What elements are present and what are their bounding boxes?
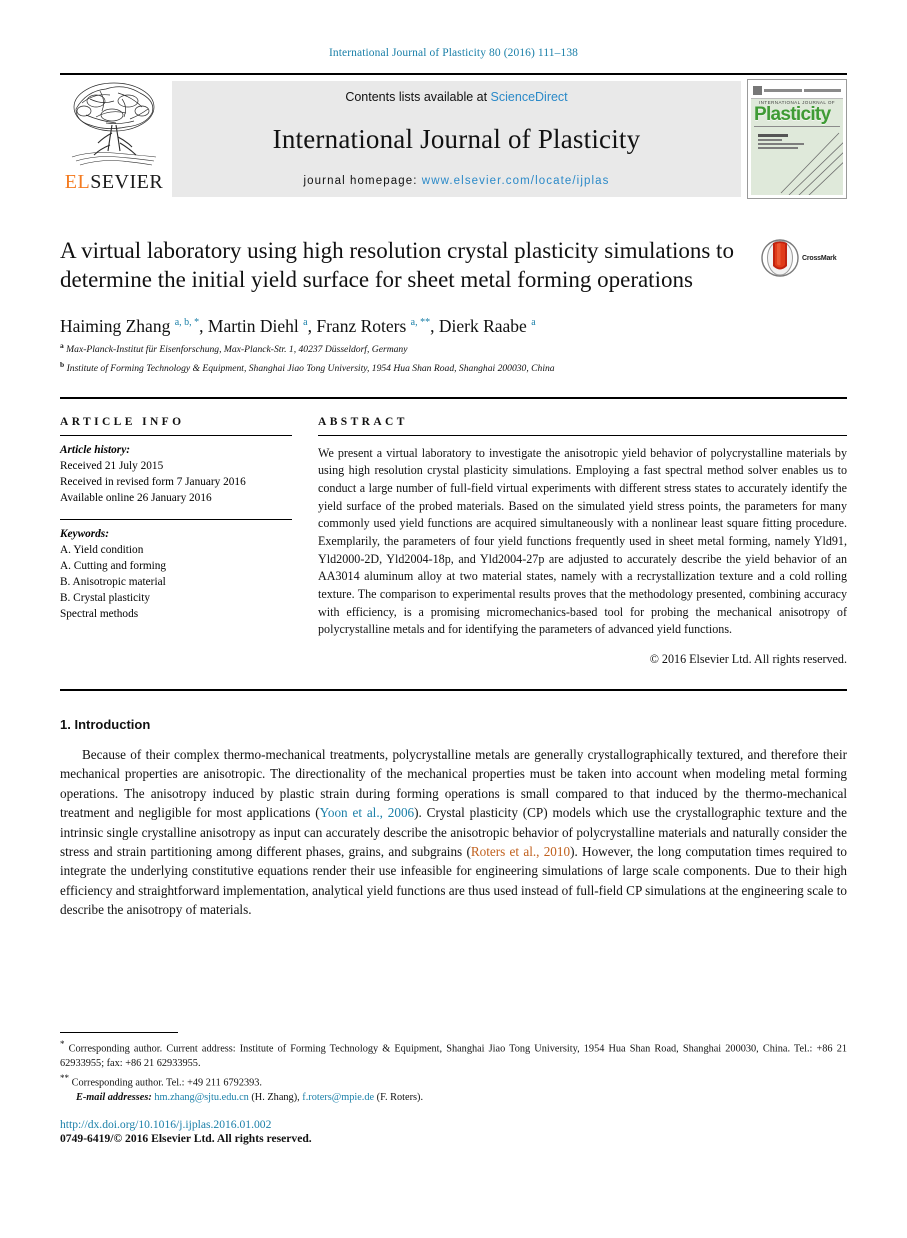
email-name-zhang: (H. Zhang), [248, 1091, 303, 1103]
cover-header-bar [751, 83, 843, 99]
title-block: A virtual laboratory using high resoluti… [60, 236, 847, 295]
crossmark-icon [761, 239, 799, 277]
history-item: Received 21 July 2015 [60, 459, 164, 472]
keyword-item: Spectral methods [60, 608, 139, 621]
journal-cover-thumbnail[interactable]: INTERNATIONAL JOURNAL OF Plasticity [747, 79, 847, 199]
author-list: Haiming Zhang a, b, *, Martin Diehl a, F… [60, 315, 536, 336]
email-name-roters: (F. Roters). [374, 1091, 424, 1103]
email-link-roters[interactable]: f.roters@mpie.de [302, 1092, 374, 1103]
footnote-emails: E-mail addresses: hm.zhang@sjtu.edu.cn (… [60, 1091, 847, 1106]
keywords-label: Keywords: [60, 527, 109, 540]
footnote-marker-1: * [60, 1039, 65, 1049]
citation-roters-2010[interactable]: Roters et al., 2010 [471, 844, 570, 859]
footnote-corresponding-1: * Corresponding author. Current address:… [60, 1038, 847, 1072]
footnote-block: * Corresponding author. Current address:… [60, 1032, 847, 1105]
elsevier-wordmark: ELSEVIER [64, 171, 164, 193]
abstract-heading: ABSTRACT [318, 415, 408, 428]
info-abstract-section: ARTICLE INFO Article history: Received 2… [60, 396, 847, 667]
contents-prefix: Contents lists available at [345, 90, 491, 104]
affiliation-a-text: Max-Planck-Institut für Eisenforschung, … [66, 343, 408, 355]
email-addresses-label: E-mail addresses: [76, 1091, 152, 1103]
journal-homepage-line: journal homepage: www.elsevier.com/locat… [304, 175, 610, 187]
contents-list-line: Contents lists available at ScienceDirec… [345, 90, 567, 104]
page-footer: http://dx.doi.org/10.1016/j.ijplas.2016.… [60, 1118, 312, 1145]
body-divider [60, 689, 847, 692]
elsevier-logo: ELSEVIER [60, 75, 168, 203]
footnote-marker-2: ** [60, 1072, 69, 1083]
article-history-label: Article history: [60, 443, 130, 456]
keyword-item: A. Yield condition [60, 543, 144, 556]
section-heading-introduction: 1. Introduction [60, 717, 151, 733]
history-item: Received in revised form 7 January 2016 [60, 475, 246, 488]
affiliation-b-marker: b [60, 359, 65, 369]
journal-masthead: ELSEVIER Contents lists available at Sci… [60, 73, 847, 203]
cover-diagonal-graphic [780, 132, 843, 195]
issn-copyright-line: 0749-6419/© 2016 Elsevier Ltd. All right… [60, 1132, 312, 1145]
abstract-copyright: © 2016 Elsevier Ltd. All rights reserved… [649, 652, 847, 667]
affiliation-a-marker: a [60, 340, 64, 350]
abstract-text: We present a virtual laboratory to inves… [318, 445, 847, 637]
running-head: International Journal of Plasticity 80 (… [328, 47, 579, 59]
journal-homepage-link[interactable]: www.elsevier.com/locate/ijplas [422, 175, 610, 187]
article-history-group: Article history: Received 21 July 2015 R… [60, 436, 292, 506]
journal-title: International Journal of Plasticity [272, 124, 641, 154]
email-link-zhang[interactable]: hm.zhang@sjtu.edu.cn [154, 1092, 248, 1103]
keyword-item: B. Crystal plasticity [60, 592, 151, 605]
introduction-paragraph-1: Because of their complex thermo-mechanic… [60, 745, 847, 920]
doi-link-wrapper: http://dx.doi.org/10.1016/j.ijplas.2016.… [60, 1118, 312, 1131]
footnote-text-1: Corresponding author. Current address: I… [60, 1043, 847, 1070]
doi-link[interactable]: http://dx.doi.org/10.1016/j.ijplas.2016.… [60, 1118, 271, 1131]
keywords-group: Keywords: A. Yield condition A. Cutting … [60, 520, 292, 622]
affiliation-b-text: Institute of Forming Technology & Equipm… [66, 362, 555, 374]
masthead-center-panel: Contents lists available at ScienceDirec… [172, 81, 741, 197]
homepage-prefix: journal homepage: [303, 175, 422, 187]
article-info-heading: ARTICLE INFO [60, 415, 185, 428]
history-item: Available online 26 January 2016 [60, 491, 212, 504]
keyword-item: A. Cutting and forming [60, 560, 167, 572]
article-info-column: ARTICLE INFO Article history: Received 2… [60, 416, 292, 667]
cover-journal-name: Plasticity [754, 104, 831, 125]
keyword-item: B. Anisotropic material [60, 576, 166, 589]
page-title: A virtual laboratory using high resoluti… [60, 238, 734, 293]
footnote-corresponding-2: ** Corresponding author. Tel.: +49 211 6… [60, 1072, 847, 1091]
sciencedirect-link[interactable]: ScienceDirect [491, 90, 568, 104]
affiliation-a: a Max-Planck-Institut für Eisenforschung… [60, 341, 847, 357]
footnote-rule [60, 1032, 178, 1033]
footnote-text-2: Corresponding author. Tel.: +49 211 6792… [71, 1077, 262, 1089]
affiliation-b: b Institute of Forming Technology & Equi… [60, 360, 847, 376]
abstract-column: ABSTRACT We present a virtual laboratory… [318, 416, 847, 667]
crossmark-badge[interactable]: CrossMark [761, 238, 847, 278]
paper-page: International Journal of Plasticity 80 (… [0, 0, 907, 1238]
crossmark-label: CrossMark [802, 254, 837, 262]
citation-yoon-2006[interactable]: Yoon et al., 2006 [320, 805, 414, 820]
elsevier-tree-icon [71, 82, 157, 166]
